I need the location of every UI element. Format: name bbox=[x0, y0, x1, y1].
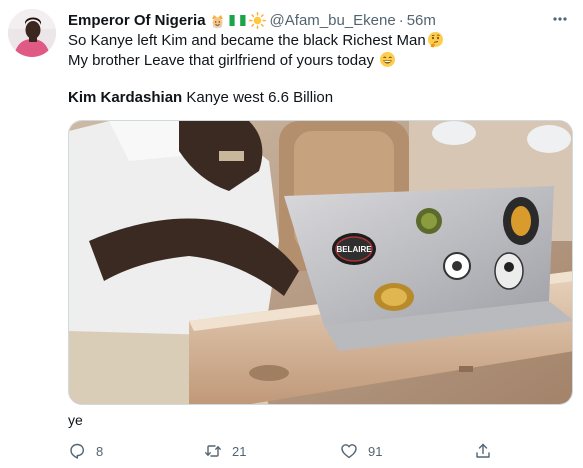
more-icon bbox=[553, 17, 567, 21]
author-handle[interactable]: @Afam_bu_Ekene bbox=[270, 12, 396, 29]
separator: · bbox=[398, 11, 404, 29]
more-button[interactable] bbox=[549, 8, 571, 30]
tweet-text-line-1: So Kanye left Kim and became the black R… bbox=[68, 31, 568, 51]
tweet-media-image[interactable]: BELAIRE bbox=[68, 120, 573, 405]
avatar-image bbox=[8, 9, 56, 57]
like-count: 91 bbox=[368, 443, 383, 459]
like-icon bbox=[340, 442, 358, 460]
photo-man-with-laptop-on-jet: BELAIRE bbox=[69, 121, 572, 404]
caption-bold: Kim Kardashian bbox=[68, 89, 183, 106]
tweet-text-line-1-content: So Kanye left Kim and became the black R… bbox=[68, 32, 426, 49]
share-button[interactable] bbox=[474, 439, 492, 463]
avatar[interactable] bbox=[8, 9, 56, 57]
reply-icon bbox=[68, 442, 86, 460]
like-button[interactable]: 91 bbox=[340, 439, 382, 463]
thinking-emoji-icon bbox=[427, 31, 444, 48]
sun-emoji-icon bbox=[248, 11, 266, 29]
tweet-text-line-2: My brother Leave that girlfriend of your… bbox=[68, 51, 568, 71]
tweet-text-line-2-content: My brother Leave that girlfriend of your… bbox=[68, 52, 374, 69]
tweet-caption: Kim Kardashian Kanye west 6.6 Billion bbox=[68, 89, 333, 106]
timestamp[interactable]: 56m bbox=[407, 12, 436, 29]
tweet-text: So Kanye left Kim and became the black R… bbox=[68, 31, 568, 71]
retweet-icon bbox=[204, 442, 222, 460]
action-bar: 8 21 91 bbox=[68, 439, 508, 463]
reply-button[interactable]: 8 bbox=[68, 439, 103, 463]
caption-rest: Kanye west 6.6 Billion bbox=[182, 89, 334, 106]
tweet[interactable]: Emperor Of Nigeria @Afam_bu_Ekene · 56m … bbox=[0, 0, 583, 468]
tweet-header: Emperor Of Nigeria @Afam_bu_Ekene · 56m bbox=[68, 9, 436, 31]
grinning-emoji-icon bbox=[379, 51, 396, 68]
retweet-count: 21 bbox=[232, 443, 247, 459]
king-emoji-icon bbox=[209, 12, 226, 29]
footer-text: ye bbox=[68, 412, 83, 428]
nigeria-flag-icon bbox=[229, 12, 246, 29]
share-icon bbox=[474, 442, 492, 460]
reply-count: 8 bbox=[96, 443, 104, 459]
author-name[interactable]: Emperor Of Nigeria bbox=[68, 12, 206, 29]
retweet-button[interactable]: 21 bbox=[204, 439, 246, 463]
laptop-sticker-text: BELAIRE bbox=[336, 245, 372, 254]
